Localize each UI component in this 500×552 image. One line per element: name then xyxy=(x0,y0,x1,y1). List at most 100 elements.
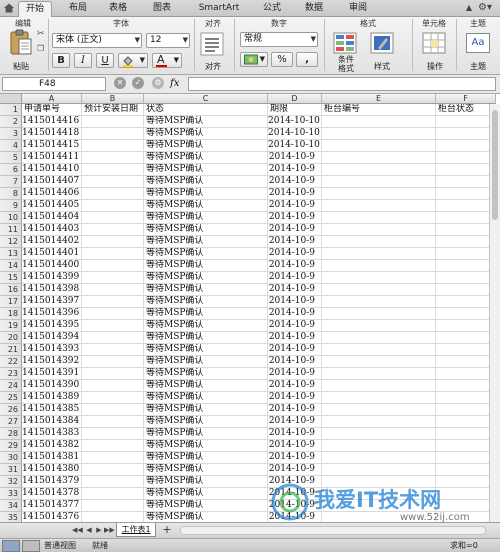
cell[interactable] xyxy=(436,152,496,164)
cell[interactable] xyxy=(436,128,496,140)
cell[interactable]: 2014-10-9 xyxy=(268,380,322,392)
cell[interactable]: 等待MSP确认 xyxy=(144,464,268,476)
comma-button[interactable]: , xyxy=(296,52,318,67)
cell[interactable]: 等待MSP确认 xyxy=(144,320,268,332)
gear-icon[interactable]: ⚙▾ xyxy=(478,2,496,14)
row-header[interactable]: 21 xyxy=(0,344,22,356)
cell[interactable] xyxy=(436,320,496,332)
bold-button[interactable]: B xyxy=(52,53,70,68)
cell[interactable] xyxy=(436,248,496,260)
row-header[interactable]: 20 xyxy=(0,332,22,344)
conditional-format-icon[interactable] xyxy=(333,32,357,54)
prev-sheet-icon[interactable]: ◀ xyxy=(84,525,94,535)
cell[interactable] xyxy=(322,332,436,344)
cell[interactable]: 1415014406 xyxy=(22,188,82,200)
row-header[interactable]: 13 xyxy=(0,248,22,260)
cell[interactable]: 等待MSP确认 xyxy=(144,308,268,320)
cell[interactable]: 2014-10-9 xyxy=(268,272,322,284)
tab-6[interactable]: 公式 xyxy=(256,1,288,16)
cell[interactable] xyxy=(322,320,436,332)
currency-button[interactable]: ▼ xyxy=(240,52,268,67)
tab-2[interactable]: 布局 xyxy=(62,1,94,16)
formula-builder-icon[interactable]: ⚙ xyxy=(152,77,164,89)
cell[interactable]: 1415014378 xyxy=(22,488,82,500)
cell[interactable] xyxy=(322,248,436,260)
cell[interactable]: 等待MSP确认 xyxy=(144,440,268,452)
cell[interactable] xyxy=(82,260,144,272)
cell[interactable]: 申请单号 xyxy=(22,104,82,116)
cell[interactable]: 1415014396 xyxy=(22,308,82,320)
cell[interactable]: 2014-10-9 xyxy=(268,416,322,428)
cell[interactable]: 等待MSP确认 xyxy=(144,428,268,440)
page-layout-view-icon[interactable] xyxy=(22,540,40,552)
row-header[interactable]: 14 xyxy=(0,260,22,272)
row-header[interactable]: 6 xyxy=(0,164,22,176)
cell[interactable] xyxy=(322,164,436,176)
cell[interactable] xyxy=(322,308,436,320)
cell[interactable] xyxy=(82,164,144,176)
cell[interactable] xyxy=(436,188,496,200)
cell[interactable] xyxy=(82,188,144,200)
cell[interactable] xyxy=(436,512,496,522)
add-sheet-button[interactable]: + xyxy=(160,524,174,536)
cell[interactable] xyxy=(82,392,144,404)
cell[interactable] xyxy=(436,488,496,500)
cell[interactable]: 1415014377 xyxy=(22,500,82,512)
cell[interactable]: 等待MSP确认 xyxy=(144,236,268,248)
cell[interactable]: 等待MSP确认 xyxy=(144,404,268,416)
cell[interactable] xyxy=(436,260,496,272)
home-icon[interactable] xyxy=(3,2,15,14)
cell[interactable]: 1415014391 xyxy=(22,368,82,380)
cell[interactable] xyxy=(436,416,496,428)
cells-button[interactable]: 操作 xyxy=(418,61,452,72)
cell[interactable]: 1415014398 xyxy=(22,284,82,296)
cell[interactable]: 等待MSP确认 xyxy=(144,260,268,272)
tab-3[interactable]: 表格 xyxy=(102,1,134,16)
cell[interactable]: 1415014416 xyxy=(22,116,82,128)
cell[interactable] xyxy=(82,512,144,522)
conditional-format-button[interactable]: 条件 格式 xyxy=(330,55,362,73)
cell[interactable] xyxy=(82,380,144,392)
first-sheet-icon[interactable]: ◀◀ xyxy=(72,525,83,535)
cell[interactable] xyxy=(322,512,436,522)
cell[interactable] xyxy=(436,440,496,452)
cell[interactable] xyxy=(82,344,144,356)
cell[interactable] xyxy=(436,464,496,476)
name-box[interactable]: F48 xyxy=(2,77,106,91)
row-header[interactable]: 22 xyxy=(0,356,22,368)
cell[interactable]: 1415014393 xyxy=(22,344,82,356)
cell[interactable] xyxy=(82,128,144,140)
last-sheet-icon[interactable]: ▶▶ xyxy=(104,525,115,535)
cell[interactable]: 2014-10-9 xyxy=(268,368,322,380)
column-header-e[interactable]: E xyxy=(322,94,436,104)
tab-5[interactable]: SmartArt xyxy=(190,1,248,16)
row-header[interactable]: 30 xyxy=(0,452,22,464)
cell[interactable] xyxy=(322,416,436,428)
cell[interactable] xyxy=(436,332,496,344)
cell[interactable]: 1415014399 xyxy=(22,272,82,284)
cell[interactable] xyxy=(322,488,436,500)
cell[interactable]: 等待MSP确认 xyxy=(144,488,268,500)
cell[interactable] xyxy=(82,332,144,344)
cell[interactable]: 等待MSP确认 xyxy=(144,248,268,260)
cell[interactable] xyxy=(436,356,496,368)
column-header-f[interactable]: F xyxy=(436,94,496,104)
cell[interactable]: 等待MSP确认 xyxy=(144,500,268,512)
cell[interactable] xyxy=(322,236,436,248)
font-name-select[interactable]: 宋体 (正文) ▼ xyxy=(52,33,142,48)
cell[interactable]: 2014-10-9 xyxy=(268,212,322,224)
cell[interactable] xyxy=(436,380,496,392)
cell[interactable] xyxy=(322,188,436,200)
cell[interactable] xyxy=(436,212,496,224)
cell[interactable] xyxy=(436,164,496,176)
cell[interactable]: 等待MSP确认 xyxy=(144,380,268,392)
cell[interactable]: 2014-10-9 xyxy=(268,452,322,464)
cell[interactable]: 1415014418 xyxy=(22,128,82,140)
theme-icon[interactable]: Aa xyxy=(466,33,490,53)
cell[interactable]: 等待MSP确认 xyxy=(144,116,268,128)
cell[interactable]: 2014-10-9 xyxy=(268,152,322,164)
cell[interactable]: 1415014405 xyxy=(22,200,82,212)
cell[interactable] xyxy=(82,476,144,488)
cell[interactable] xyxy=(322,356,436,368)
cell[interactable]: 2014-10-9 xyxy=(268,164,322,176)
